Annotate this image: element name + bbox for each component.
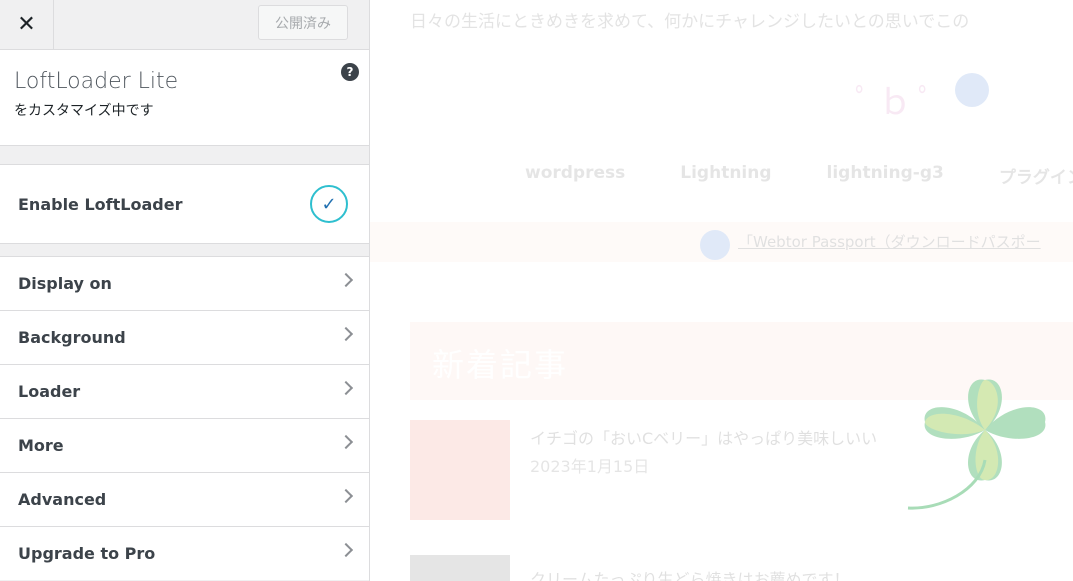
spacer [0, 244, 369, 256]
chevron-right-icon [338, 272, 354, 288]
nav-item-plugin[interactable]: プラグイン [999, 163, 1073, 188]
enable-loftloader-row: Enable LoftLoader ✓ [0, 164, 369, 244]
section-loader[interactable]: Loader [0, 364, 369, 418]
panel-subtitle: をカスタマイズ中です [14, 103, 154, 119]
post-title[interactable]: イチゴの「おいCベリー」はやっぱり美味しいい [530, 425, 877, 449]
nav-item-lightning[interactable]: Lightning [680, 163, 771, 188]
site-intro-text: 日々の生活にときめきを求めて、何かにチャレンジしたいとの思いでこの [410, 12, 970, 32]
enable-loftloader-toggle[interactable]: ✓ [310, 185, 348, 223]
section-list: Display on Background Loader More Advanc… [0, 256, 369, 580]
nav-item-wordpress[interactable]: wordpress [525, 163, 625, 188]
post-thumbnail[interactable] [410, 555, 510, 581]
section-more[interactable]: More [0, 418, 369, 472]
chevron-right-icon [338, 326, 354, 342]
section-label: More [18, 436, 64, 455]
chevron-right-icon [338, 434, 354, 450]
section-label: Loader [18, 382, 81, 401]
customizer-topbar: ✕ 公開済み [0, 0, 369, 50]
section-label: Background [18, 328, 126, 347]
edit-pencil-icon [700, 230, 730, 260]
post-date: 2023年1月15日 [530, 457, 650, 476]
section-background[interactable]: Background [0, 310, 369, 364]
enable-loftloader-label: Enable LoftLoader [18, 194, 183, 214]
close-button[interactable]: ✕ [0, 0, 54, 49]
customizer-panel: ✕ 公開済み LoftLoader Lite をカスタマイズ中です ? Enab… [0, 0, 370, 581]
chevron-right-icon [338, 380, 354, 396]
notice-link[interactable]: 「Webtor Passport（ダウンロードパスポー [738, 231, 1041, 252]
logo-mark-icon: ﾟｂﾟ [855, 83, 941, 123]
edit-pencil-icon [955, 73, 989, 107]
site-logo: ﾟｂﾟ [855, 65, 1073, 135]
section-upgrade-to-pro[interactable]: Upgrade to Pro [0, 526, 369, 580]
section-label: Display on [18, 274, 112, 293]
section-heading-text: 新着記事 [432, 346, 569, 384]
nav-item-lightning-g3[interactable]: lightning-g3 [827, 163, 944, 188]
site-nav: wordpress Lightning lightning-g3 プラグイン [525, 163, 1073, 188]
section-label: Upgrade to Pro [18, 544, 156, 563]
close-icon: ✕ [17, 12, 36, 37]
chevron-right-icon [338, 542, 354, 558]
section-display-on[interactable]: Display on [0, 256, 369, 310]
section-label: Advanced [18, 490, 107, 509]
post-thumbnail[interactable] [410, 420, 510, 520]
panel-title: LoftLoader Lite [14, 69, 179, 94]
spacer [0, 146, 369, 164]
section-advanced[interactable]: Advanced [0, 472, 369, 526]
notice-bar: 「Webtor Passport（ダウンロードパスポー [370, 222, 1073, 262]
customizer-info: LoftLoader Lite をカスタマイズ中です ? [0, 50, 369, 146]
publish-button[interactable]: 公開済み [258, 5, 348, 40]
help-icon[interactable]: ? [341, 63, 359, 81]
clover-loader-icon [907, 379, 1046, 510]
checkmark-icon: ✓ [321, 193, 337, 215]
chevron-right-icon [338, 488, 354, 504]
post-title[interactable]: クリームたっぷり生どら焼きはお薦めです！ [530, 566, 850, 581]
